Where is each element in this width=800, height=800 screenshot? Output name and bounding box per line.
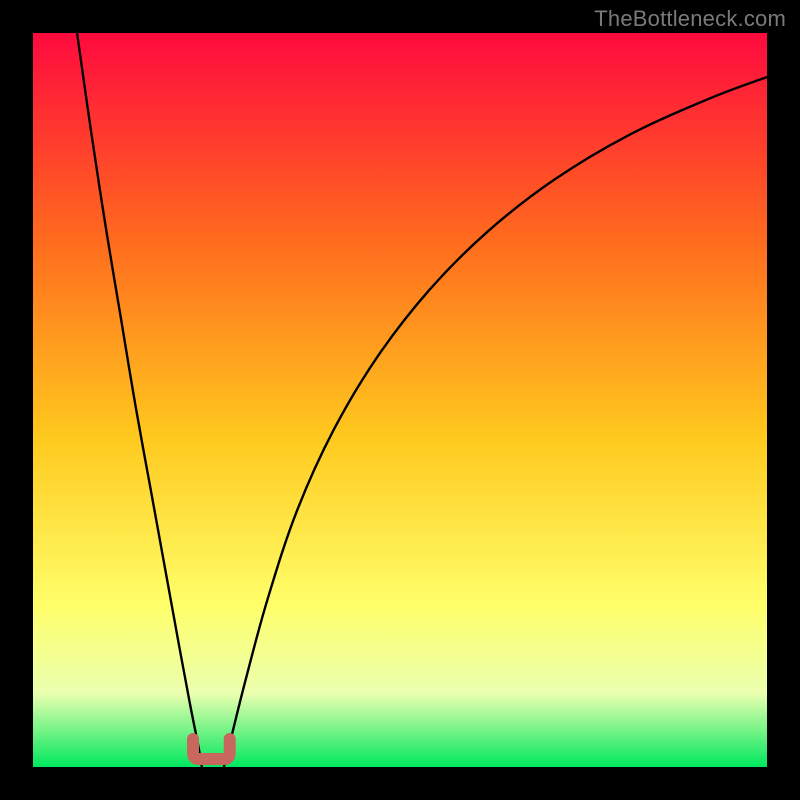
- curve-left-branch: [77, 33, 202, 767]
- chart-frame: TheBottleneck.com: [0, 0, 800, 800]
- plot-area: [33, 33, 767, 767]
- curve-layer: [33, 33, 767, 767]
- optimal-region-marker: [193, 739, 230, 759]
- curve-right-branch: [224, 77, 767, 767]
- watermark-text: TheBottleneck.com: [594, 6, 786, 32]
